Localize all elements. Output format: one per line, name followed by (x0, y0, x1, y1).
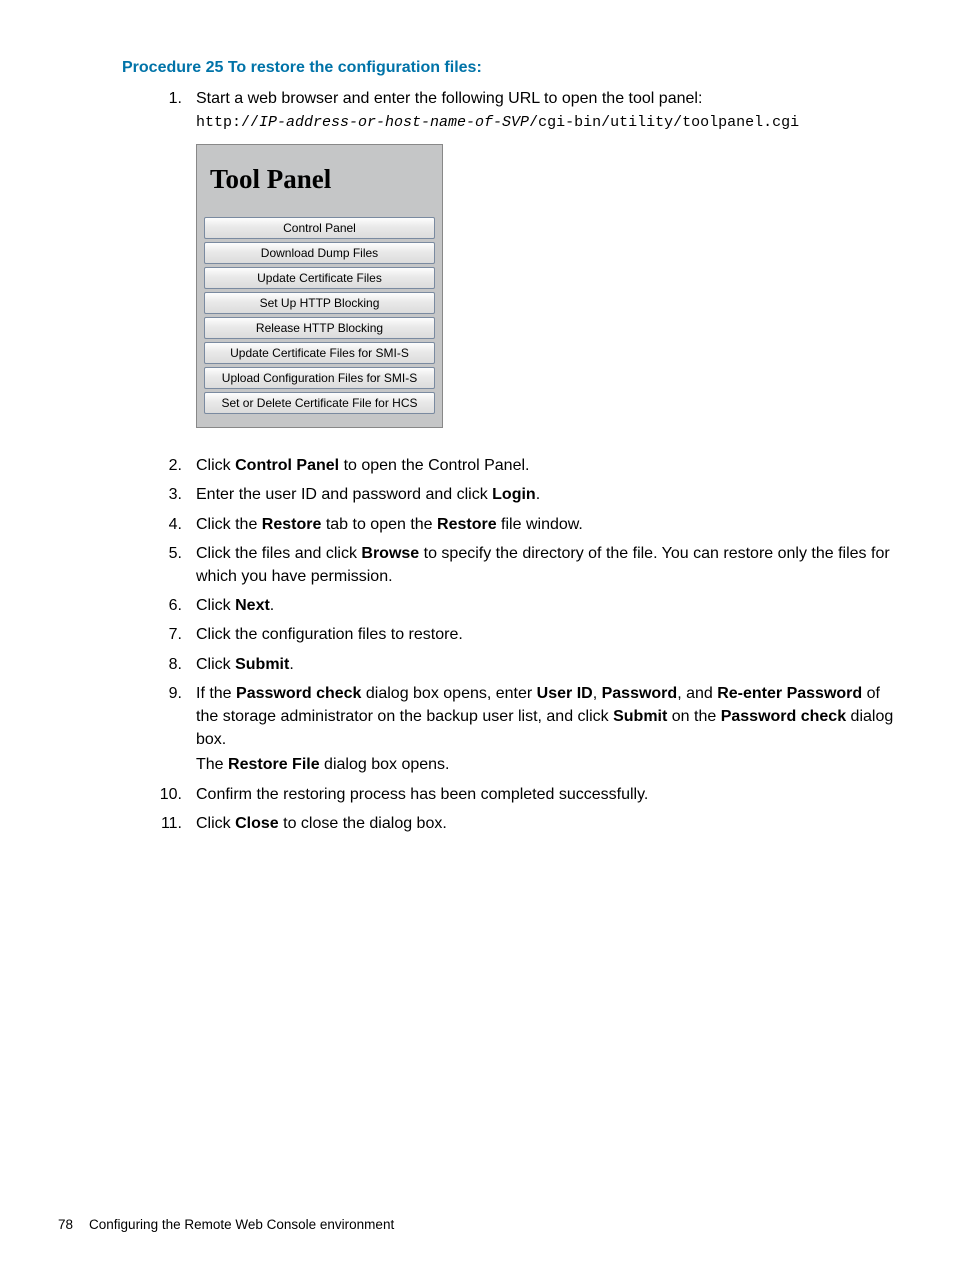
step-2: 2. Click Control Panel to open the Contr… (158, 454, 896, 479)
step-text: Confirm the restoring process has been c… (196, 783, 896, 806)
tool-panel-btn-download-dump[interactable]: Download Dump Files (204, 242, 435, 264)
step-body: Click the files and click Browse to spec… (196, 542, 896, 590)
step-7: 7. Click the configuration files to rest… (158, 623, 896, 648)
step-body: If the Password check dialog box opens, … (196, 682, 896, 779)
step-10: 10. Confirm the restoring process has be… (158, 783, 896, 808)
step-number: 2. (158, 454, 196, 479)
step-body: Start a web browser and enter the follow… (196, 87, 896, 450)
step-text: Click the configuration files to restore… (196, 623, 896, 646)
footer-section: Configuring the Remote Web Console envir… (89, 1217, 394, 1232)
step-number: 9. (158, 682, 196, 779)
step-body: Click the configuration files to restore… (196, 623, 896, 648)
step-number: 7. (158, 623, 196, 648)
url-host: IP-address-or-host-name-of-SVP (259, 114, 529, 131)
step-text: Click the files and click Browse to spec… (196, 542, 896, 588)
step-number: 11. (158, 812, 196, 837)
tool-panel-btn-update-cert-smis[interactable]: Update Certificate Files for SMI-S (204, 342, 435, 364)
tool-panel-btn-upload-config-smis[interactable]: Upload Configuration Files for SMI-S (204, 367, 435, 389)
step-text: Click Close to close the dialog box. (196, 812, 896, 835)
step-note: The Restore File dialog box opens. (196, 753, 896, 776)
step-8: 8. Click Submit. (158, 653, 896, 678)
step-body: Click Submit. (196, 653, 896, 678)
step-text: Start a web browser and enter the follow… (196, 87, 896, 110)
tool-panel-btn-control-panel[interactable]: Control Panel (204, 217, 435, 239)
tool-panel-btn-update-cert[interactable]: Update Certificate Files (204, 267, 435, 289)
step-5: 5. Click the files and click Browse to s… (158, 542, 896, 590)
step-11: 11. Click Close to close the dialog box. (158, 812, 896, 837)
tool-panel-btn-release-http[interactable]: Release HTTP Blocking (204, 317, 435, 339)
document-page: Procedure 25 To restore the configuratio… (0, 0, 954, 837)
tool-panel-btn-cert-hcs[interactable]: Set or Delete Certificate File for HCS (204, 392, 435, 414)
page-number: 78 (58, 1217, 73, 1232)
step-body: Click the Restore tab to open the Restor… (196, 513, 896, 538)
tool-panel-figure: Tool Panel Control Panel Download Dump F… (196, 144, 443, 428)
url-suffix: /cgi-bin/utility/toolpanel.cgi (529, 114, 799, 131)
url-prefix: http:// (196, 114, 259, 131)
step-text: If the Password check dialog box opens, … (196, 682, 896, 752)
step-number: 1. (158, 87, 196, 450)
step-list: 1. Start a web browser and enter the fol… (58, 87, 896, 837)
step-text: Enter the user ID and password and click… (196, 483, 896, 506)
page-footer: 78 Configuring the Remote Web Console env… (58, 1215, 394, 1235)
procedure-heading: Procedure 25 To restore the configuratio… (122, 56, 896, 79)
step-text: Click Next. (196, 594, 896, 617)
step-body: Click Next. (196, 594, 896, 619)
tool-panel-btn-setup-http[interactable]: Set Up HTTP Blocking (204, 292, 435, 314)
step-body: Click Control Panel to open the Control … (196, 454, 896, 479)
step-1: 1. Start a web browser and enter the fol… (158, 87, 896, 450)
step-body: Confirm the restoring process has been c… (196, 783, 896, 808)
tool-panel-title: Tool Panel (210, 160, 435, 199)
step-number: 10. (158, 783, 196, 808)
step-text: Click Control Panel to open the Control … (196, 454, 896, 477)
step-url: http://IP-address-or-host-name-of-SVP/cg… (196, 112, 896, 134)
step-6: 6. Click Next. (158, 594, 896, 619)
step-number: 5. (158, 542, 196, 590)
step-body: Enter the user ID and password and click… (196, 483, 896, 508)
step-number: 6. (158, 594, 196, 619)
step-body: Click Close to close the dialog box. (196, 812, 896, 837)
step-number: 8. (158, 653, 196, 678)
step-number: 4. (158, 513, 196, 538)
step-text: Click Submit. (196, 653, 896, 676)
step-3: 3. Enter the user ID and password and cl… (158, 483, 896, 508)
step-4: 4. Click the Restore tab to open the Res… (158, 513, 896, 538)
step-text: Click the Restore tab to open the Restor… (196, 513, 896, 536)
step-9: 9. If the Password check dialog box open… (158, 682, 896, 779)
step-number: 3. (158, 483, 196, 508)
